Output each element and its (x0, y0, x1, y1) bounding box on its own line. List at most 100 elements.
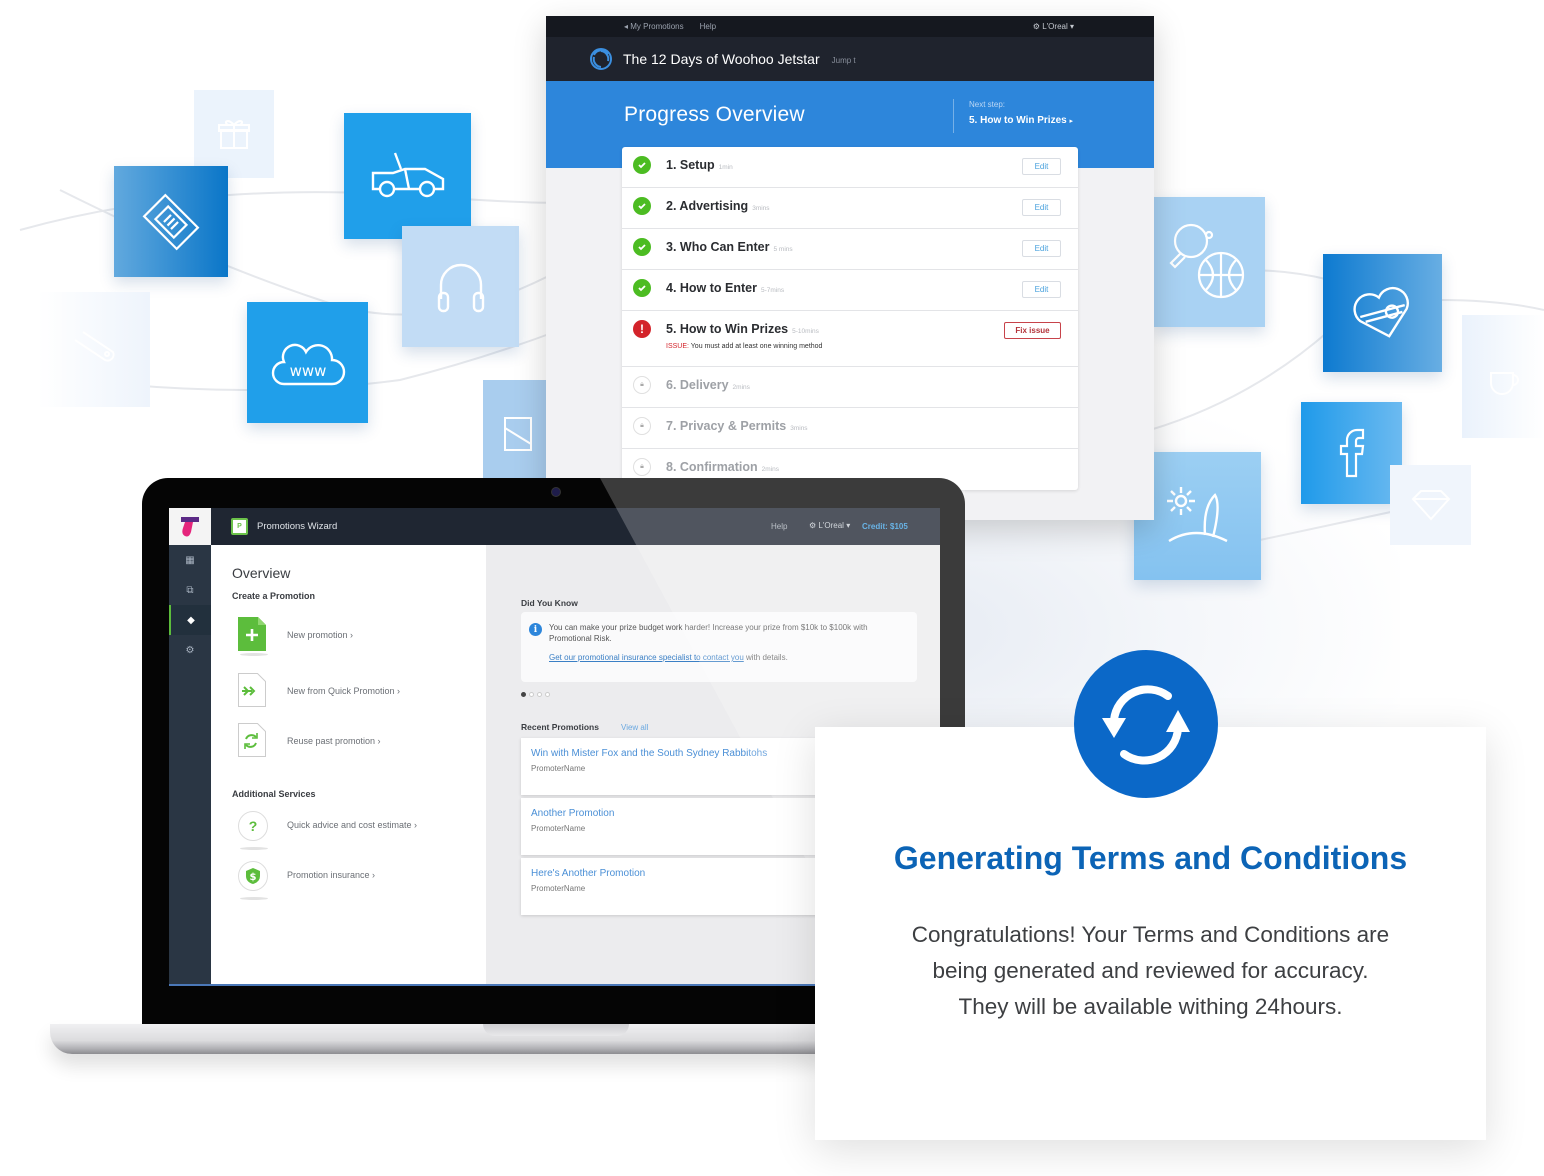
step-row[interactable]: 1. Setup 1min Edit (622, 147, 1078, 188)
account-name: L'Oreal (818, 521, 844, 530)
new-from-quick-promotion-action[interactable]: New from Quick Promotion › (238, 673, 478, 713)
reuse-past-promotion-label: Reuse past promotion › (287, 736, 381, 746)
svg-text:www: www (289, 362, 326, 380)
fix-issue-button[interactable]: Fix issue (1004, 322, 1061, 339)
icon-shadow (240, 897, 268, 900)
recent-promotion-card[interactable]: Here's Another Promotion PromoterName (521, 858, 821, 915)
envelope-icon (503, 417, 532, 451)
sync-icon (1102, 685, 1190, 765)
did-you-know-card: i You can make your prize budget work ha… (521, 612, 917, 682)
step-label: 4. How to Enter (666, 281, 757, 295)
recent-promotion-card[interactable]: Win with Mister Fox and the South Sydney… (521, 738, 821, 795)
new-from-quick-promotion-label: New from Quick Promotion › (287, 686, 401, 696)
question-icon: ? (238, 811, 268, 841)
additional-services-heading: Additional Services (232, 789, 316, 799)
my-promotions-label: My Promotions (630, 22, 684, 31)
next-step-link[interactable]: 5. How to Win Prizes ▸ (969, 115, 1073, 126)
sidebar-item-settings[interactable]: ⚙ (169, 635, 211, 665)
facebook-icon (1339, 428, 1364, 478)
diamond-tile (1390, 465, 1471, 545)
reuse-past-promotion-action[interactable]: Reuse past promotion › (238, 723, 478, 763)
webcam (551, 487, 561, 497)
step-row[interactable]: ! 5. How to Win Prizes 5-10mins ISSUE: Yo… (622, 311, 1078, 367)
car-tile (344, 113, 471, 239)
carousel-dot[interactable] (521, 692, 526, 697)
coffee-tile (1462, 315, 1544, 438)
view-all-link[interactable]: View all (621, 723, 648, 732)
info-icon: i (529, 623, 542, 636)
step-duration: 1min (718, 164, 733, 171)
account-menu[interactable]: ⚙ L'Oreal ▾ (1033, 22, 1074, 31)
step-row: 🔒︎ 6. Delivery 2mins (622, 367, 1078, 408)
new-promotion-action[interactable]: New promotion › (238, 617, 478, 657)
account-name: L'Oreal (1042, 22, 1068, 31)
app-sidebar: ▦ ⧉ ◆ ⚙ (169, 545, 211, 986)
quick-advice-action[interactable]: ? Quick advice and cost estimate › (238, 811, 478, 851)
new-document-icon (238, 617, 266, 651)
progress-window: ◂ My Promotions Help ⚙ L'Oreal ▾ The 12 … (546, 16, 1154, 520)
jetstar-logo-icon (590, 48, 612, 70)
card-line: Congratulations! Your Terms and Conditio… (911, 922, 1390, 947)
carousel-dot[interactable] (537, 692, 542, 697)
step-label: 8. Confirmation (666, 460, 758, 474)
did-you-know-heading: Did You Know (521, 598, 578, 608)
my-promotions-link[interactable]: ◂ My Promotions (624, 22, 684, 31)
gear-icon: ⚙ (1032, 22, 1040, 31)
facebook-tile (1301, 402, 1402, 504)
sports-tile (1154, 197, 1265, 327)
jump-to-link[interactable]: Jump t (832, 56, 856, 65)
check-circle-icon (633, 279, 651, 297)
headphones-tile (402, 226, 519, 347)
envelope-tile (483, 380, 546, 478)
promotion-insurance-action[interactable]: $ Promotion insurance › (238, 861, 478, 901)
grid-icon: ▦ (185, 554, 195, 566)
reuse-refresh-icon (238, 723, 266, 757)
chevron-down-icon: ▾ (846, 521, 851, 530)
caret-right-icon: ▸ (1069, 118, 1073, 125)
edit-button[interactable]: Edit (1022, 158, 1061, 175)
recent-promotions-heading: Recent Promotions (521, 722, 599, 732)
edit-button[interactable]: Edit (1022, 199, 1061, 216)
next-step-label: Next step: (969, 100, 1006, 109)
app-name: Promotions Wizard (257, 521, 338, 532)
telstra-logo[interactable] (169, 508, 211, 545)
step-duration: 2mins (732, 384, 750, 391)
svg-text:$: $ (250, 872, 257, 883)
recent-promotion-card[interactable]: Another Promotion PromoterName (521, 798, 821, 855)
sidebar-item-dashboard[interactable]: ▦ (169, 545, 211, 575)
carousel-dot[interactable] (529, 692, 534, 697)
icon-shadow (240, 653, 268, 656)
card-message: Congratulations! Your Terms and Conditio… (875, 917, 1426, 1025)
gear-icon: ⚙ (809, 521, 817, 530)
edit-button[interactable]: Edit (1022, 281, 1061, 298)
progress-overview-title: Progress Overview (624, 103, 805, 126)
gamepad-icon (74, 330, 115, 362)
did-you-know-cta: Get our promotional insurance specialist… (549, 653, 788, 662)
carousel-dots (521, 692, 550, 697)
card-title: Generating Terms and Conditions (893, 840, 1408, 876)
check-circle-icon (633, 156, 651, 174)
icon-shadow (240, 847, 268, 850)
sidebar-item-promotions[interactable]: ◆ (169, 605, 211, 635)
account-menu[interactable]: ⚙ L'Oreal ▾ (809, 521, 850, 530)
headphones-icon (437, 263, 484, 312)
card-line: They will be available withing 24hours. (958, 994, 1343, 1019)
carousel-dot[interactable] (545, 692, 550, 697)
edit-button[interactable]: Edit (1022, 240, 1061, 257)
insurance-specialist-link[interactable]: Get our promotional insurance specialist… (549, 653, 744, 662)
step-row[interactable]: 4. How to Enter 5-7mins Edit (622, 270, 1078, 311)
promoter-name: PromoterName (531, 884, 586, 893)
help-link[interactable]: Help (700, 22, 716, 31)
sidebar-item-copy[interactable]: ⧉ (169, 575, 211, 605)
step-row[interactable]: 2. Advertising 3mins Edit (622, 188, 1078, 229)
laptop-base (50, 1024, 830, 1054)
create-promotion-heading: Create a Promotion (232, 591, 316, 601)
hero-divider (953, 99, 954, 133)
help-link[interactable]: Help (771, 522, 787, 531)
telstra-logo-icon (181, 516, 199, 536)
heart-box-icon (1352, 286, 1409, 338)
cloud-www-icon: www (271, 343, 345, 385)
promotion-title-bar: The 12 Days of Woohoo Jetstar Jump t (546, 37, 1154, 81)
step-label: 7. Privacy & Permits (666, 419, 787, 433)
step-row[interactable]: 3. Who Can Enter 5 mins Edit (622, 229, 1078, 270)
